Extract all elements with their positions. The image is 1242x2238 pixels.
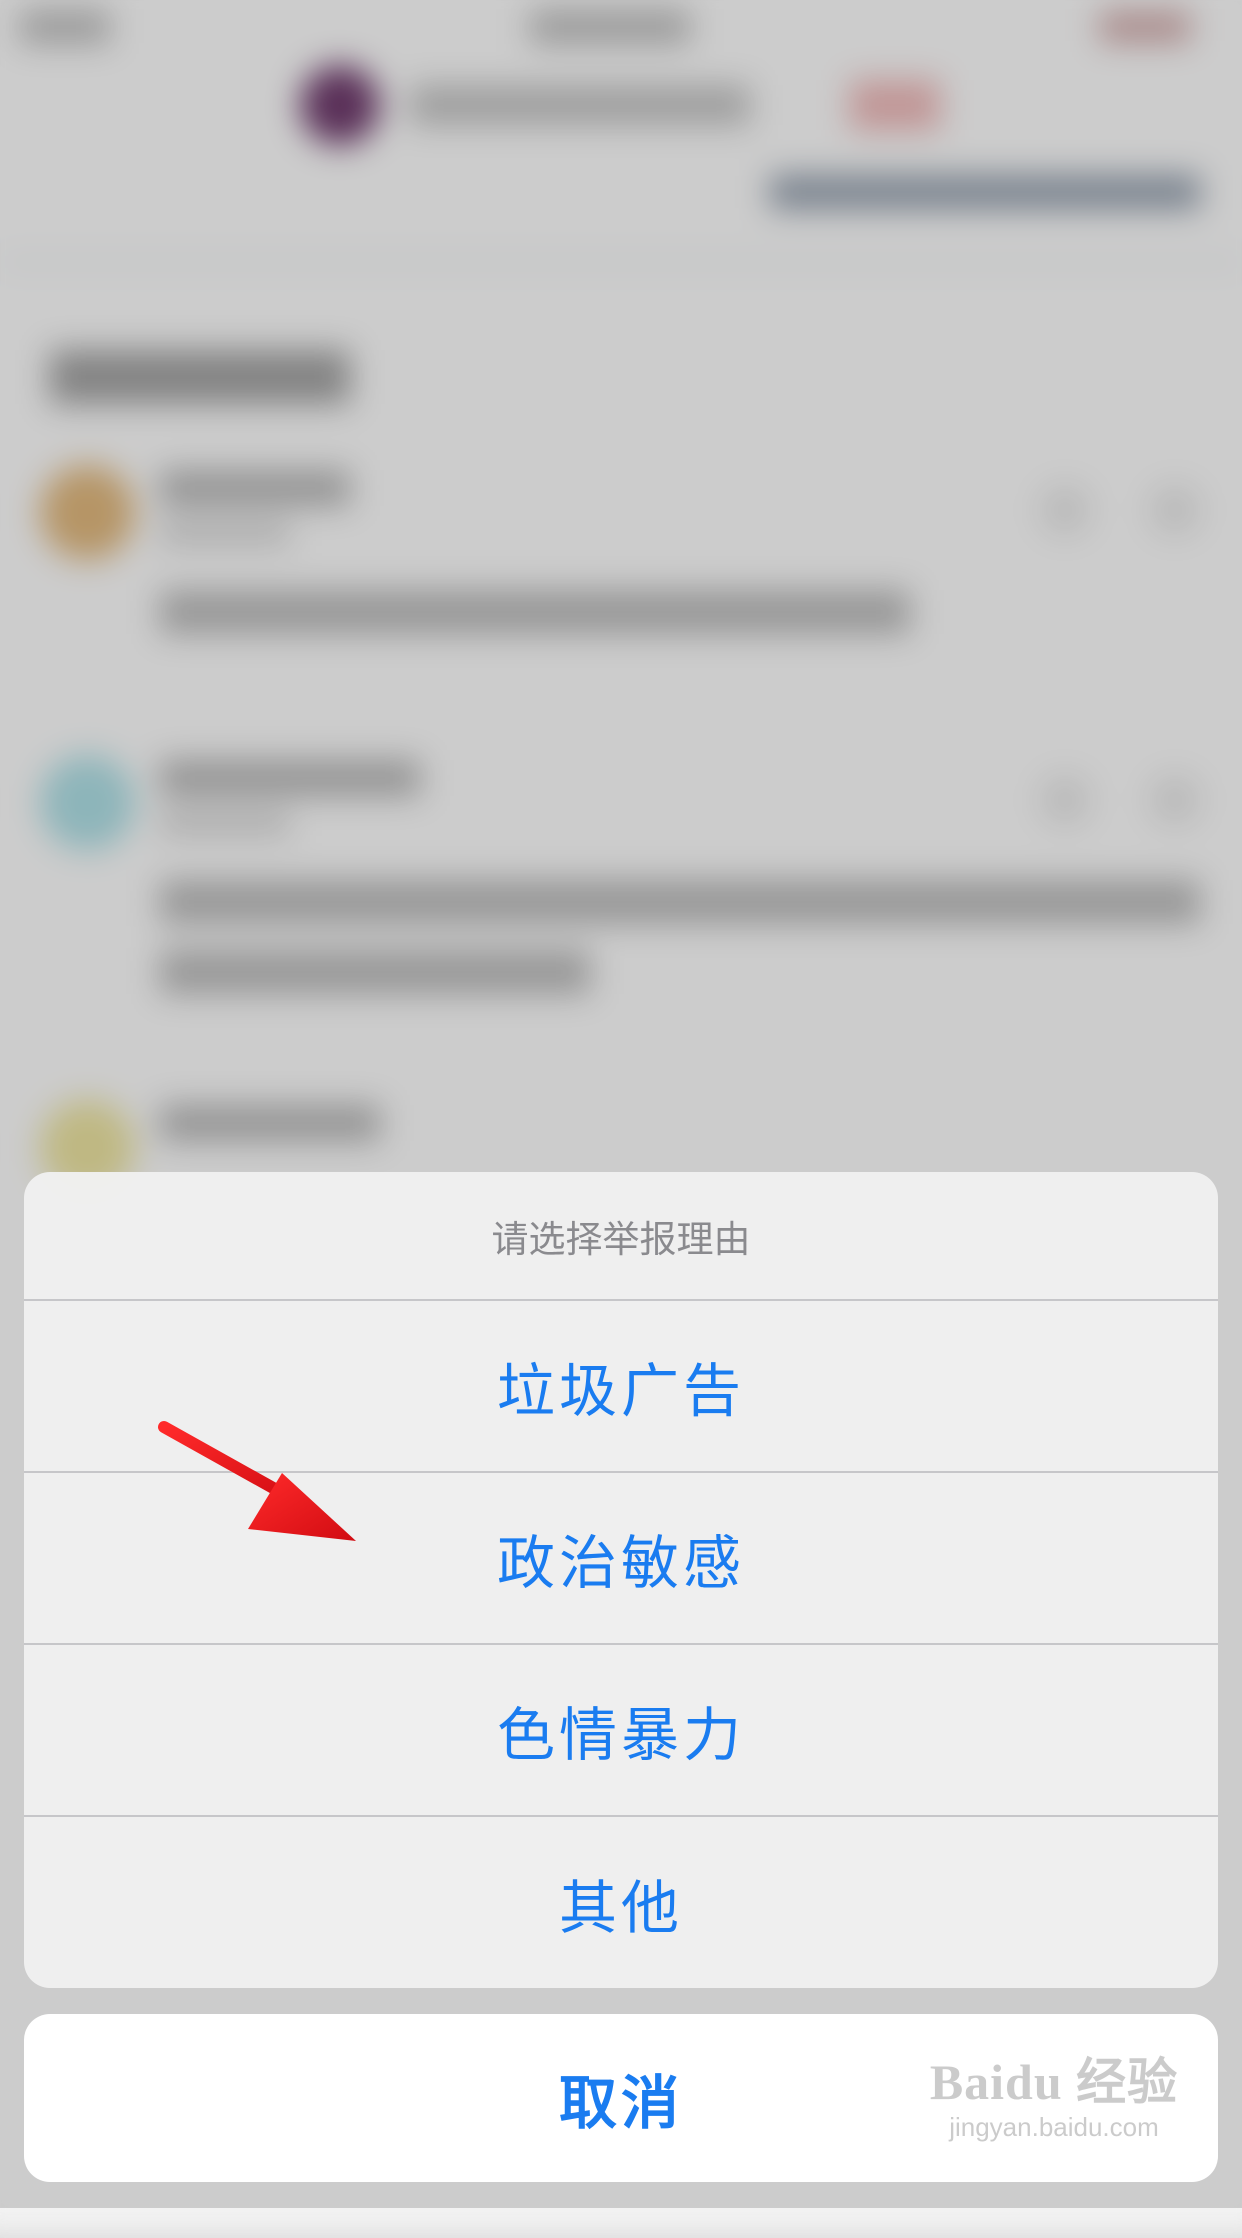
option-other[interactable]: 其他 [24, 1817, 1218, 1988]
option-porn-violence[interactable]: 色情暴力 [24, 1645, 1218, 1817]
baidu-jingyan-watermark: Baidu 经验 jingyan.baidu.com [924, 2052, 1184, 2182]
report-reason-action-sheet: 请选择举报理由 垃圾广告 政治敏感 色情暴力 其他 [24, 1172, 1218, 1988]
watermark-brand: Baidu 经验 [929, 2054, 1179, 2110]
watermark-url: jingyan.baidu.com [949, 2112, 1159, 2142]
red-arrow-annotation-icon [158, 1421, 356, 1541]
action-sheet-title: 请选择举报理由 [24, 1172, 1218, 1301]
